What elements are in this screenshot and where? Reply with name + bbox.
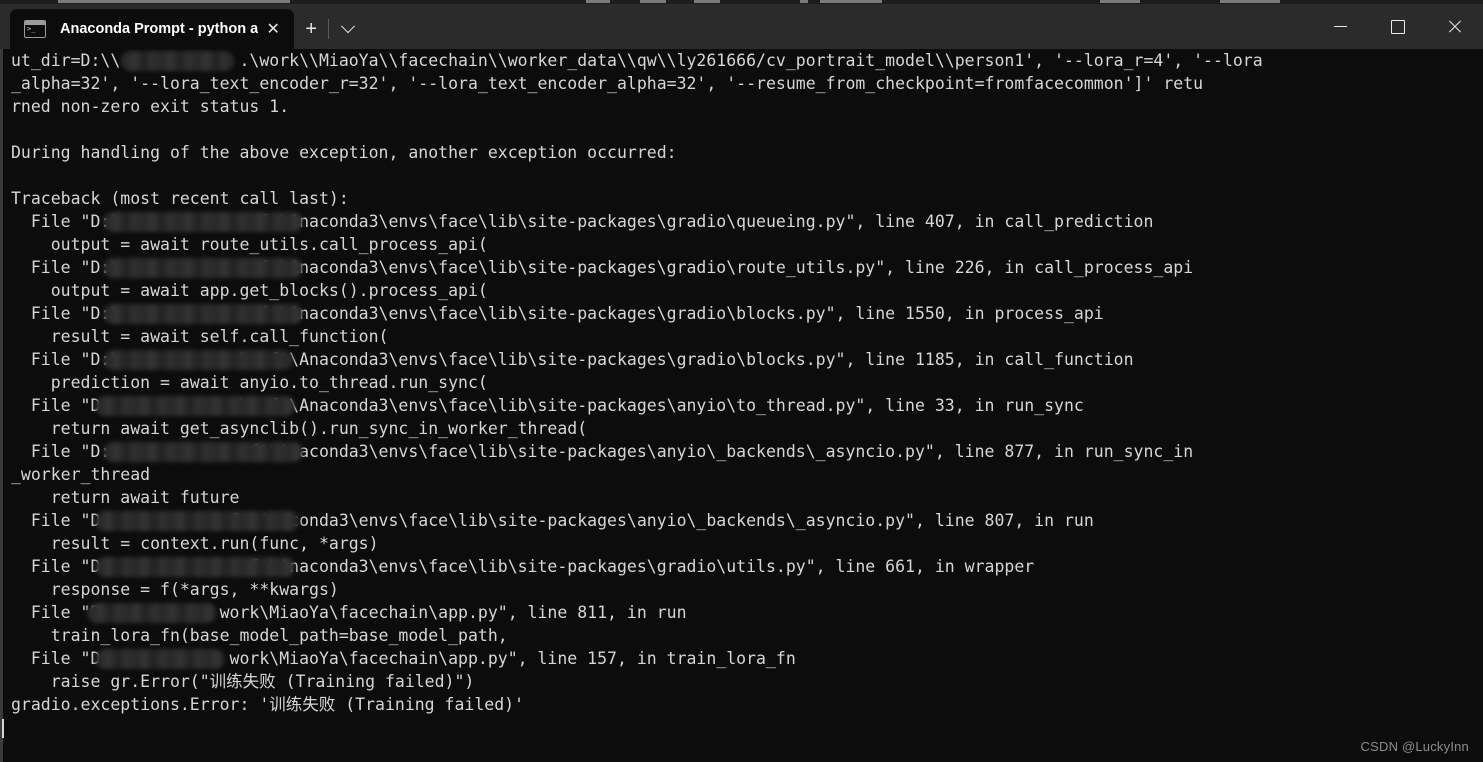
close-window-button[interactable] <box>1426 4 1483 49</box>
terminal-line: File "D: soft\Anaconda3\envs\face\lib\si… <box>11 442 1194 461</box>
tab-anaconda-prompt[interactable]: Anaconda Prompt - python a ✕ <box>10 9 295 49</box>
terminal-line: File "D:\ soft\Anaconda3\envs\face\lib\s… <box>11 212 1154 231</box>
terminal-line: raise gr.Error("训练失败 (Training failed)") <box>11 672 475 691</box>
terminal-line: ut_dir=D:\\ .\work\\MiaoYa\\facechain\\w… <box>11 51 1263 70</box>
new-tab-button[interactable]: + <box>294 9 328 49</box>
terminal-line: response = f(*args, **kwargs) <box>11 580 339 599</box>
tab-title: Anaconda Prompt - python a <box>60 21 259 37</box>
terminal-line: return await get_asynclib().run_sync_in_… <box>11 419 588 438</box>
terminal-text: ut_dir=D:\\ .\work\\MiaoYa\\facechain\\w… <box>2 49 1483 738</box>
terminal-line: gradio.exceptions.Error: '训练失败 (Training… <box>11 695 525 714</box>
terminal-line: rned non-zero exit status 1. <box>11 97 290 116</box>
terminal-line: File "D oft\Anaconda3\envs\face\lib\site… <box>11 511 1094 530</box>
text-cursor <box>2 719 4 738</box>
terminal-line: File "D: soft\Anaconda3\envs\face\lib\si… <box>11 557 1035 576</box>
terminal-line: output = await app.get_blocks().process_… <box>11 281 488 300</box>
terminal-line: train_lora_fn(base_model_path=base_model… <box>11 626 508 645</box>
tab-dropdown-button[interactable] <box>329 9 367 49</box>
watermark: CSDN @LuckyInn <box>1360 739 1469 754</box>
terminal-line: Traceback (most recent call last): <box>11 189 349 208</box>
terminal-line: _worker_thread <box>11 465 151 484</box>
terminal-line: File "D work\MiaoYa\facechain\app.py", l… <box>11 603 687 622</box>
close-tab-icon[interactable]: ✕ <box>258 14 288 44</box>
maximize-button[interactable] <box>1369 4 1426 49</box>
minimize-button[interactable] <box>1312 4 1369 49</box>
terminal-line: _alpha=32', '--lora_text_encoder_r=32', … <box>11 74 1204 93</box>
terminal-line: return await future <box>11 488 240 507</box>
terminal-line: File "D:\ soft\Anaconda3\envs\face\lib\s… <box>11 304 1104 323</box>
terminal-window: Anaconda Prompt - python a ✕ + ut_dir=D:… <box>0 0 1483 762</box>
terminal-line: result = context.run(func, *args) <box>11 534 379 553</box>
titlebar-drag-area[interactable] <box>367 4 1312 49</box>
console-icon <box>24 20 46 38</box>
terminal-line: File "D: .\soft\Anaconda3\envs\face\lib\… <box>11 396 1084 415</box>
terminal-output-pane[interactable]: ut_dir=D:\\ .\work\\MiaoYa\\facechain\\w… <box>0 49 1483 762</box>
terminal-line: output = await route_utils.call_process_… <box>11 235 488 254</box>
maximize-icon <box>1390 19 1405 34</box>
terminal-line: During handling of the above exception, … <box>11 143 677 162</box>
title-bar: Anaconda Prompt - python a ✕ + <box>0 4 1483 49</box>
terminal-line: prediction = await anyio.to_thread.run_s… <box>11 373 488 392</box>
terminal-left-border <box>0 49 3 762</box>
terminal-line: File "D: work\MiaoYa\facechain\app.py", … <box>11 649 796 668</box>
terminal-line: result = await self.call_function( <box>11 327 389 346</box>
terminal-line: File "D:\ soft\Anaconda3\envs\face\lib\s… <box>11 258 1194 277</box>
close-icon <box>1447 19 1462 34</box>
minimize-icon <box>1334 26 1347 27</box>
window-controls <box>1312 4 1483 49</box>
chevron-down-icon <box>341 19 356 34</box>
terminal-line: File "D:\ \soft\Anaconda3\envs\face\lib\… <box>11 350 1134 369</box>
